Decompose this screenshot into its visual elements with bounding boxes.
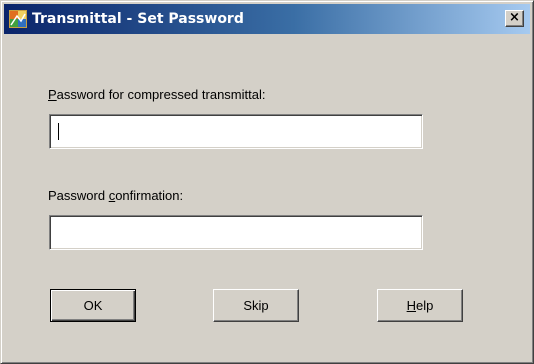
close-button[interactable]: × [505, 10, 524, 27]
password-label: Password for compressed transmittal: [48, 87, 266, 102]
close-icon: × [509, 10, 520, 25]
help-button[interactable]: Help [377, 289, 463, 322]
password-field[interactable] [49, 114, 423, 149]
transmittal-app-icon [9, 10, 27, 28]
confirmation-input[interactable] [53, 219, 419, 246]
text-caret [58, 123, 59, 140]
skip-button[interactable]: Skip [213, 289, 299, 322]
password-input[interactable] [53, 118, 419, 145]
confirmation-label: Password confirmation: [48, 188, 184, 203]
window-title: Transmittal - Set Password [32, 11, 244, 27]
ok-button[interactable]: OK [50, 289, 136, 322]
confirmation-field[interactable] [49, 215, 423, 250]
dialog-window: Transmittal - Set Password × Password fo… [0, 0, 534, 364]
title-bar[interactable]: Transmittal - Set Password × [4, 4, 530, 34]
